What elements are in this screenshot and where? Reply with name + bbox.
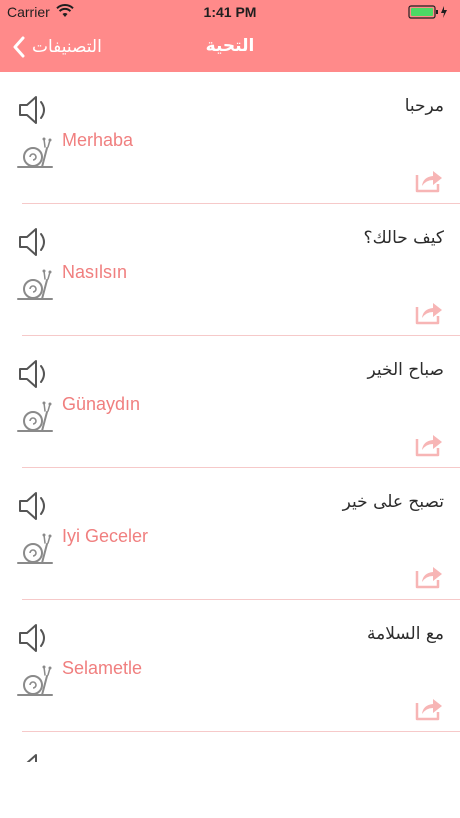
list-item: تصبح على خير Iyi Geceler (0, 468, 460, 600)
arabic-phrase: مع السلامة (367, 624, 444, 644)
turkish-phrase: Günaydın (62, 394, 141, 414)
speaker-icon[interactable] (16, 224, 52, 260)
arabic-phrase: صباح الخير (367, 360, 444, 380)
arabic-phrase: تصبح على خير (342, 492, 444, 512)
list-item: كيف حالك؟ Nasılsın (0, 204, 460, 336)
arabic-phrase: مرحبا (404, 96, 444, 116)
battery-icon (408, 5, 447, 19)
snail-icon[interactable] (16, 134, 54, 172)
share-icon[interactable] (414, 166, 444, 194)
speaker-icon[interactable] (16, 356, 52, 392)
partial-list-item (0, 732, 460, 762)
snail-icon[interactable] (16, 266, 54, 304)
speaker-icon[interactable] (16, 620, 52, 656)
turkish-phrase: Merhaba (62, 130, 134, 150)
arabic-phrase: كيف حالك؟ (363, 228, 444, 248)
list-item: صباح الخير Günaydın (0, 336, 460, 468)
turkish-phrase: Iyi Geceler (62, 526, 149, 546)
speaker-icon[interactable] (16, 488, 52, 524)
speaker-icon[interactable] (16, 92, 52, 128)
list-end-space (0, 762, 460, 818)
clock: 1:41 PM (203, 4, 257, 20)
snail-icon[interactable] (16, 530, 54, 568)
list-item: مع السلامة Selametle (0, 600, 460, 732)
turkish-phrase: Nasılsın (62, 262, 128, 282)
turkish-phrase: Selametle (62, 658, 143, 678)
share-icon[interactable] (414, 694, 444, 722)
share-icon[interactable] (414, 562, 444, 590)
list-item: مرحبا Merhaba (0, 72, 460, 204)
speaker-icon[interactable] (16, 750, 52, 762)
share-icon[interactable] (414, 298, 444, 326)
page-title: التحية (205, 36, 255, 56)
share-icon[interactable] (414, 430, 444, 458)
top-bar: Carrier 1:41 PM التصنيفات التحية (0, 0, 460, 72)
phrase-list: مرحبا Merhaba كيف حالك؟ Nasılsın صباح ال… (0, 72, 460, 732)
snail-icon[interactable] (16, 662, 54, 700)
snail-icon[interactable] (16, 398, 54, 436)
status-bar: Carrier 1:41 PM (0, 0, 460, 24)
navigation-bar: التصنيفات التحية (0, 24, 460, 72)
